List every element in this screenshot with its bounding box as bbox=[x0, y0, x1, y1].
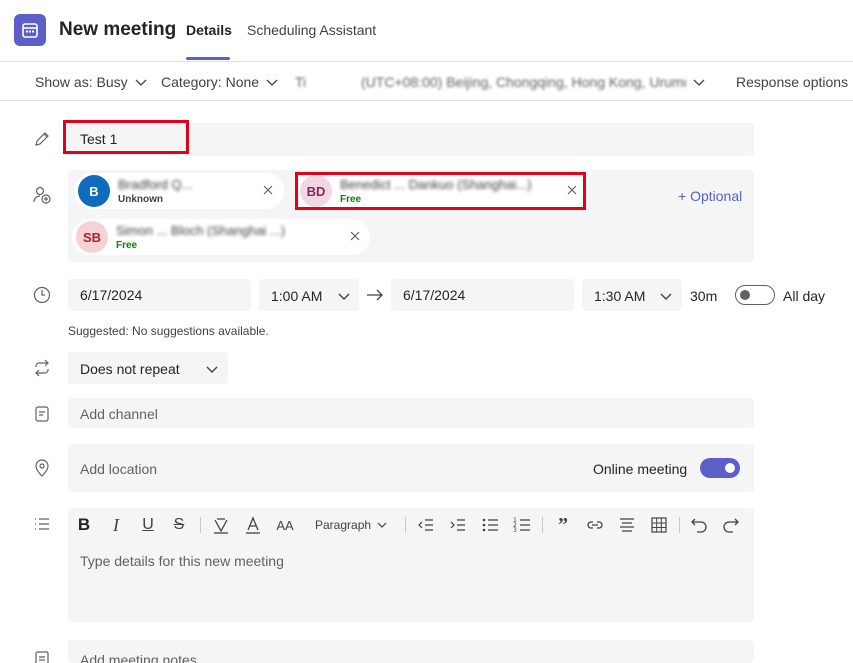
details-list-icon bbox=[35, 518, 49, 530]
numbered-list-icon[interactable]: 123 bbox=[513, 515, 531, 535]
decrease-indent-icon[interactable] bbox=[417, 515, 435, 535]
italic-button[interactable]: I bbox=[108, 515, 124, 535]
add-person-icon bbox=[33, 186, 51, 204]
font-color-icon[interactable] bbox=[244, 515, 262, 535]
all-day-toggle[interactable] bbox=[735, 285, 775, 305]
suggested-times-text: Suggested: No suggestions available. bbox=[68, 324, 269, 338]
chevron-down-icon bbox=[693, 79, 705, 86]
chevron-down-icon bbox=[338, 293, 350, 300]
link-icon[interactable] bbox=[586, 515, 604, 535]
title-input[interactable] bbox=[68, 123, 754, 156]
undo-icon[interactable] bbox=[690, 515, 708, 535]
repeat-value: Does not repeat bbox=[80, 361, 180, 377]
category-dropdown[interactable]: Category: None bbox=[161, 74, 279, 90]
online-meeting-label: Online meeting bbox=[593, 461, 688, 477]
table-icon[interactable] bbox=[650, 515, 668, 535]
align-center-icon[interactable] bbox=[618, 515, 636, 535]
response-options-button[interactable]: Response options bbox=[736, 74, 848, 90]
toolbar-divider bbox=[405, 517, 406, 533]
pencil-icon bbox=[35, 132, 49, 146]
title-input-value: Test 1 bbox=[80, 131, 118, 147]
location-pin-icon bbox=[35, 459, 49, 477]
repeat-icon bbox=[35, 359, 49, 377]
attendee-status: Unknown bbox=[118, 194, 163, 205]
bold-button[interactable]: B bbox=[76, 515, 92, 535]
toggle-knob bbox=[725, 463, 735, 473]
svg-text:3: 3 bbox=[513, 527, 517, 534]
show-as-label: Show as: Busy bbox=[35, 74, 128, 90]
paragraph-style-dropdown[interactable]: Paragraph bbox=[315, 515, 390, 535]
show-as-dropdown[interactable]: Show as: Busy bbox=[35, 74, 148, 90]
channel-icon bbox=[35, 406, 49, 422]
active-tab-indicator bbox=[186, 57, 230, 60]
avatar: BD bbox=[300, 175, 332, 207]
timezone-dropdown[interactable]: Ti (UTC+08:00) Beijing, Chongqing, Hong … bbox=[295, 74, 720, 90]
channel-placeholder: Add channel bbox=[80, 406, 158, 422]
toolbar-divider bbox=[542, 517, 543, 533]
remove-attendee-icon[interactable] bbox=[564, 182, 580, 198]
attendee-name: Benedict ... Dankuo (Shanghai...) bbox=[340, 177, 532, 192]
category-label: Category: None bbox=[161, 74, 260, 90]
underline-button[interactable]: U bbox=[140, 515, 156, 535]
increase-indent-icon[interactable] bbox=[449, 515, 467, 535]
start-time-value: 1:00 AM bbox=[271, 288, 323, 304]
attendee-status: Free bbox=[340, 194, 362, 205]
toggle-knob bbox=[740, 290, 750, 300]
remove-attendee-icon[interactable] bbox=[260, 182, 276, 198]
location-placeholder: Add location bbox=[80, 461, 158, 477]
chevron-down-icon bbox=[660, 293, 672, 300]
calendar-app-icon bbox=[14, 14, 46, 46]
quote-button[interactable]: ” bbox=[554, 514, 572, 536]
font-size-button[interactable]: AA bbox=[276, 515, 294, 535]
channel-input[interactable] bbox=[68, 398, 754, 428]
arrow-right-icon bbox=[367, 289, 383, 301]
header: New meeting Details Scheduling Assistant bbox=[0, 0, 853, 60]
avatar: B bbox=[78, 175, 110, 207]
page-title: New meeting bbox=[59, 19, 177, 40]
attendee-status: Free bbox=[116, 240, 138, 251]
attendee-chip[interactable]: BD Benedict ... Dankuo (Shanghai...) Fre… bbox=[296, 173, 584, 209]
chevron-down-icon bbox=[206, 366, 218, 373]
duration-label: 30m bbox=[690, 288, 718, 304]
end-time-value: 1:30 AM bbox=[594, 288, 646, 304]
toolbar-divider bbox=[200, 517, 201, 533]
chevron-down-icon bbox=[266, 79, 278, 86]
optional-attendees-link[interactable]: + Optional bbox=[678, 188, 742, 204]
redo-icon[interactable] bbox=[722, 515, 740, 535]
notes-icon bbox=[35, 651, 49, 663]
meeting-notes-placeholder: Add meeting notes bbox=[80, 652, 197, 663]
timezone-value: (UTC+08:00) Beijing, Chongqing, Hong Kon… bbox=[361, 74, 686, 90]
paragraph-style-label: Paragraph bbox=[315, 518, 372, 532]
avatar: SB bbox=[76, 221, 108, 253]
tab-details[interactable]: Details bbox=[186, 22, 232, 38]
attendee-chip[interactable]: SB Simon ... Bloch (Shanghai ...) Free bbox=[72, 219, 370, 255]
highlight-icon[interactable] bbox=[212, 515, 230, 535]
all-day-label: All day bbox=[783, 288, 826, 304]
tab-scheduling-assistant[interactable]: Scheduling Assistant bbox=[247, 22, 376, 38]
attendee-name: Simon ... Bloch (Shanghai ...) bbox=[116, 223, 286, 238]
timezone-label: Ti bbox=[295, 74, 307, 90]
remove-attendee-icon[interactable] bbox=[347, 228, 363, 244]
chevron-down-icon bbox=[377, 522, 387, 528]
clock-icon bbox=[33, 286, 51, 304]
online-meeting-toggle[interactable] bbox=[700, 458, 740, 478]
bullet-list-icon[interactable] bbox=[481, 515, 499, 535]
chevron-down-icon bbox=[135, 79, 147, 86]
attendee-chip[interactable]: B Bradford Q... Unknown bbox=[74, 173, 284, 209]
attendee-name: Bradford Q... bbox=[118, 177, 193, 192]
strikethrough-button[interactable]: S bbox=[171, 515, 187, 535]
toolbar-divider bbox=[679, 517, 680, 533]
meeting-options-toolbar: Show as: Busy Category: None Ti (UTC+08:… bbox=[0, 61, 853, 101]
end-date-value: 6/17/2024 bbox=[403, 287, 466, 303]
start-date-value: 6/17/2024 bbox=[80, 287, 143, 303]
details-placeholder: Type details for this new meeting bbox=[80, 553, 284, 569]
